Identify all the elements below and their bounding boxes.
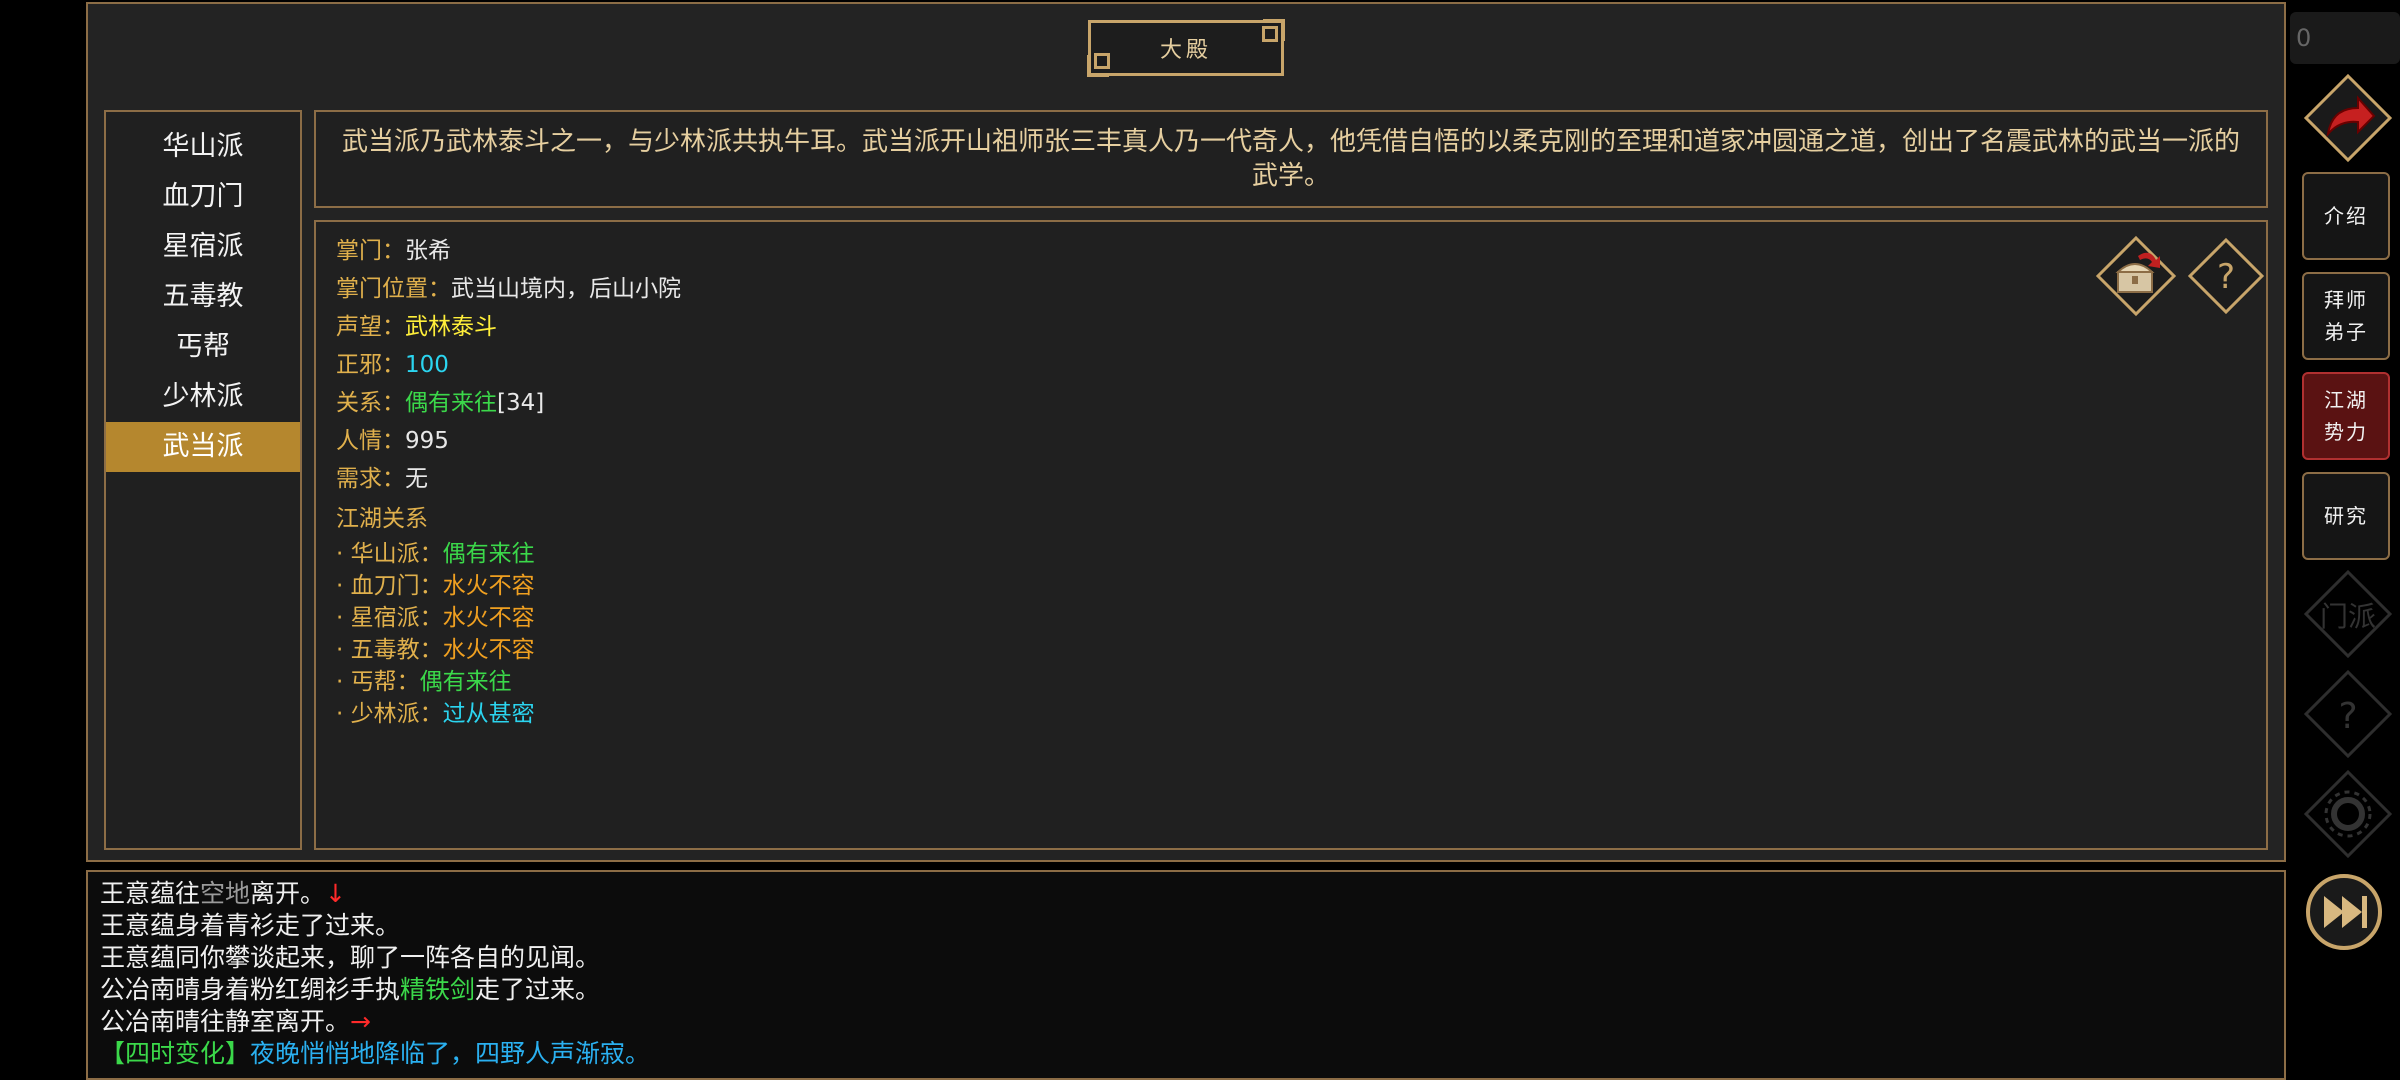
log-line: 公冶南晴往静室离开。→ <box>100 1007 371 1036</box>
need-value: 无 <box>405 466 428 492</box>
alignment-value: 100 <box>405 352 449 378</box>
favor-label: 人情： <box>336 428 405 454</box>
side-tab-research-label: 研究 <box>2324 504 2368 528</box>
relation-item: · 五毒教：水火不容 <box>336 634 681 666</box>
location-row: 掌门位置：武当山境内，后山小院 <box>336 270 681 308</box>
side-tab-intro[interactable]: 介绍 <box>2302 172 2390 260</box>
favor-row: 人情：995 <box>336 422 681 460</box>
hall-title: 大殿 <box>1087 19 1285 77</box>
relation-row: 关系：偶有来往[34] <box>336 384 681 422</box>
sect-item-shaolin[interactable]: 少林派 <box>106 372 300 422</box>
gear-faded-icon <box>2303 769 2393 859</box>
relation-sect: · 血刀门： <box>336 573 443 599</box>
relation-sect: · 华山派： <box>336 541 443 567</box>
fame-label: 声望： <box>336 314 405 340</box>
sect-item-gaibang[interactable]: 丐帮 <box>106 322 300 372</box>
sect-intro: 武当派乃武林泰斗之一，与少林派共执牛耳。武当派开山祖师张三丰真人乃一代奇人，他凭… <box>314 110 2268 208</box>
side-tab-jianghu[interactable]: 江湖 势力 <box>2302 372 2390 460</box>
relation-status: 偶有来往 <box>419 669 512 695</box>
side-tab-apprentice[interactable]: 拜师 弟子 <box>2302 272 2390 360</box>
svg-text:门派: 门派 <box>2320 600 2376 633</box>
side-tab-apprentice-label: 拜师 弟子 <box>2324 288 2368 344</box>
log-line: 公冶南晴身着粉红绸衫手执精铁剑走了过来。 <box>100 975 601 1004</box>
corner-knot-right-decoration <box>1262 19 1285 42</box>
event-log: 王意蕴往空地离开。↓ 王意蕴身着青衫走了过来。 王意蕴同你攀谈起来，聊了一阵各自… <box>86 870 2286 1080</box>
leader-label: 掌门： <box>336 238 405 264</box>
jianghu-relations-title: 江湖关系 <box>336 506 428 532</box>
help-icon[interactable]: ? <box>2184 234 2268 318</box>
relation-status: 水火不容 <box>442 573 535 599</box>
location-value: 武当山境内，后山小院 <box>451 276 681 302</box>
svg-text:?: ? <box>2217 257 2235 297</box>
log-line: 王意蕴同你攀谈起来，聊了一阵各自的见闻。 <box>100 943 601 972</box>
counter-value: 0 <box>2296 24 2312 52</box>
fast-forward-icon[interactable] <box>2304 872 2384 952</box>
svg-text:?: ? <box>2338 696 2357 737</box>
relation-status: 水火不容 <box>442 605 535 631</box>
log-line: 【四时变化】夜晚悄悄地降临了，四野人声渐寂。 <box>100 1039 651 1068</box>
back-arrow-icon[interactable] <box>2302 72 2394 164</box>
sect-item-wudang[interactable]: 武当派 <box>106 422 300 472</box>
hall-title-text: 大殿 <box>1159 38 1212 63</box>
relation-value: 偶有来往 <box>405 390 497 416</box>
log-line: 王意蕴身着青衫走了过来。 <box>100 911 401 940</box>
sect-item-xingxiu[interactable]: 星宿派 <box>106 222 300 272</box>
relation-label: 关系： <box>336 390 405 416</box>
leader-row: 掌门：张希 <box>336 232 681 270</box>
sect-item-xuedao[interactable]: 血刀门 <box>106 172 300 222</box>
leader-value: 张希 <box>405 238 451 264</box>
favor-value: 995 <box>405 428 449 454</box>
side-tab-intro-label: 介绍 <box>2324 204 2368 228</box>
fame-value: 武林泰斗 <box>405 314 497 340</box>
sect-detail: 掌门：张希 掌门位置：武当山境内，后山小院 声望：武林泰斗 正邪：100 关系：… <box>314 220 2268 850</box>
fame-row: 声望：武林泰斗 <box>336 308 681 346</box>
sect-item-wudu[interactable]: 五毒教 <box>106 272 300 322</box>
need-row: 需求：无 <box>336 460 681 498</box>
log-line: 王意蕴往空地离开。↓ <box>100 879 346 908</box>
location-label: 掌门位置： <box>336 276 451 302</box>
sect-list: 华山派 血刀门 星宿派 五毒教 丐帮 少林派 武当派 <box>104 110 302 850</box>
sect-faded-icon: 门派 <box>2303 569 2393 659</box>
need-label: 需求： <box>336 466 405 492</box>
relation-number: [34] <box>497 390 545 416</box>
side-tab-jianghu-label: 江湖 势力 <box>2324 388 2368 444</box>
relation-sect: · 星宿派： <box>336 605 443 631</box>
relation-item: · 丐帮：偶有来往 <box>336 666 681 698</box>
corner-knot-left-decoration <box>1087 53 1110 77</box>
treasure-chest-icon[interactable] <box>2094 234 2178 318</box>
relation-status: 过从甚密 <box>442 701 535 727</box>
sect-item-huashan[interactable]: 华山派 <box>106 122 300 172</box>
relation-status: 偶有来往 <box>442 541 535 567</box>
counter-box: 0 <box>2290 12 2400 64</box>
relation-item: · 星宿派：水火不容 <box>336 602 681 634</box>
alignment-row: 正邪：100 <box>336 346 681 384</box>
relation-item: · 血刀门：水火不容 <box>336 570 681 602</box>
alignment-label: 正邪： <box>336 352 405 378</box>
relation-status: 水火不容 <box>442 637 535 663</box>
relation-item: · 华山派：偶有来往 <box>336 538 681 570</box>
relation-sect: · 丐帮： <box>336 669 420 695</box>
help-faded-icon: ? <box>2303 669 2393 759</box>
side-tab-research[interactable]: 研究 <box>2302 472 2390 560</box>
right-arrow-icon: → <box>350 1007 371 1036</box>
relation-item: · 少林派：过从甚密 <box>336 698 681 730</box>
relation-sect: · 少林派： <box>336 701 443 727</box>
down-arrow-icon: ↓ <box>325 879 346 908</box>
sect-intro-text: 武当派乃武林泰斗之一，与少林派共执牛耳。武当派开山祖师张三丰真人乃一代奇人，他凭… <box>341 127 2240 191</box>
relation-sect: · 五毒教： <box>336 637 443 663</box>
